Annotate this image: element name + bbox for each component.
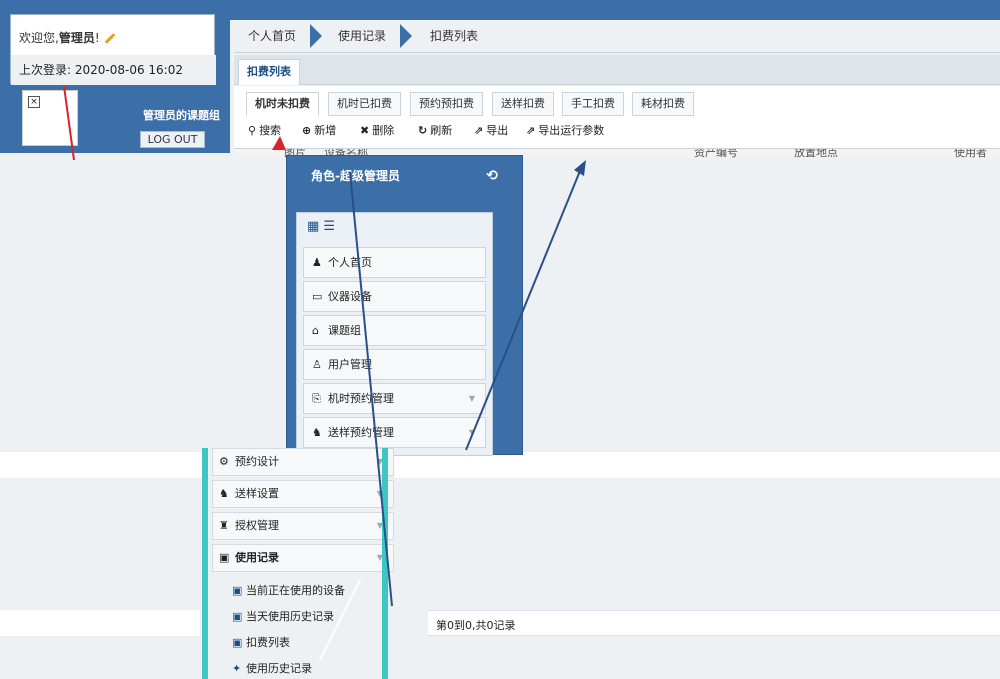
annotation-lines <box>63 85 586 661</box>
annotation-line-white <box>319 579 361 661</box>
annotation-line-blue <box>465 165 583 451</box>
annotation-arrowhead-red <box>272 136 286 150</box>
annotation-arrowhead-blue <box>574 160 586 176</box>
annotation-line-blue <box>349 171 393 607</box>
annotation-line-red <box>63 85 75 161</box>
